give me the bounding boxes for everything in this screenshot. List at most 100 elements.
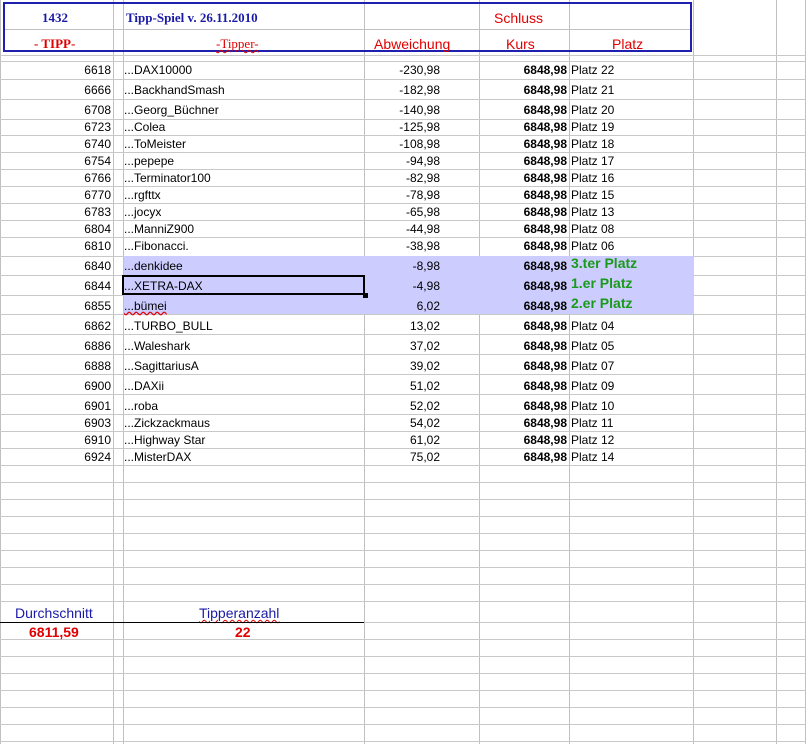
tipper-cell[interactable]: ...roba: [124, 398, 158, 414]
tipp-cell[interactable]: 6855: [10, 298, 111, 314]
abweichung-cell[interactable]: 51,02: [366, 378, 440, 394]
abweichung-cell[interactable]: -230,98: [366, 62, 440, 78]
abweichung-cell[interactable]: -65,98: [366, 204, 440, 220]
platz-cell[interactable]: Platz 13: [571, 204, 614, 220]
platz-cell[interactable]: Platz 18: [571, 136, 614, 152]
tipp-cell[interactable]: 6840: [10, 258, 111, 274]
kurs-cell[interactable]: 6848,98: [481, 449, 567, 465]
abweichung-cell[interactable]: 61,02: [366, 432, 440, 448]
tipper-cell[interactable]: ...Colea: [124, 119, 165, 135]
abweichung-cell[interactable]: 39,02: [366, 358, 440, 374]
selected-cell-border[interactable]: [122, 275, 365, 295]
kurs-cell[interactable]: 6848,98: [481, 119, 567, 135]
tipp-cell[interactable]: 6783: [10, 204, 111, 220]
tipp-cell[interactable]: 6770: [10, 187, 111, 203]
platz-cell[interactable]: Platz 14: [571, 449, 614, 465]
platz-cell[interactable]: Platz 15: [571, 187, 614, 203]
abweichung-cell[interactable]: 75,02: [366, 449, 440, 465]
tipp-cell[interactable]: 6740: [10, 136, 111, 152]
kurs-cell[interactable]: 6848,98: [481, 153, 567, 169]
tipper-cell[interactable]: ...denkidee: [124, 258, 183, 274]
platz-cell[interactable]: Platz 17: [571, 153, 614, 169]
kurs-cell[interactable]: 6848,98: [481, 136, 567, 152]
abweichung-cell[interactable]: -182,98: [366, 82, 440, 98]
tipper-cell[interactable]: ...Highway Star: [124, 432, 205, 448]
platz-cell[interactable]: Platz 22: [571, 62, 614, 78]
tipper-cell[interactable]: ...Waleshark: [124, 338, 190, 354]
header-schluss[interactable]: Schluss: [494, 10, 543, 26]
platz-cell[interactable]: Platz 09: [571, 378, 614, 394]
kurs-cell[interactable]: 6848,98: [481, 298, 567, 314]
header-title[interactable]: Tipp-Spiel v. 26.11.2010: [126, 10, 258, 26]
tipper-cell[interactable]: ...rgfttx: [124, 187, 161, 203]
kurs-cell[interactable]: 6848,98: [481, 258, 567, 274]
kurs-cell[interactable]: 6848,98: [481, 318, 567, 334]
platz-cell[interactable]: Platz 10: [571, 398, 614, 414]
platz-cell[interactable]: Platz 04: [571, 318, 614, 334]
fill-handle[interactable]: [363, 293, 368, 298]
platz-cell[interactable]: Platz 12: [571, 432, 614, 448]
kurs-cell[interactable]: 6848,98: [481, 102, 567, 118]
platz-cell[interactable]: Platz 08: [571, 221, 614, 237]
tipper-cell[interactable]: ...DAX10000: [124, 62, 192, 78]
kurs-cell[interactable]: 6848,98: [481, 187, 567, 203]
abweichung-cell[interactable]: 54,02: [366, 415, 440, 431]
tipper-cell[interactable]: ...ToMeister: [124, 136, 186, 152]
abweichung-cell[interactable]: 37,02: [366, 338, 440, 354]
abweichung-cell[interactable]: -8,98: [366, 258, 440, 274]
abweichung-cell[interactable]: -94,98: [366, 153, 440, 169]
abweichung-cell[interactable]: 52,02: [366, 398, 440, 414]
abweichung-cell[interactable]: -4,98: [366, 278, 440, 294]
tipp-cell[interactable]: 6901: [10, 398, 111, 414]
column-header-abweichung[interactable]: Abweichung: [374, 36, 450, 52]
kurs-cell[interactable]: 6848,98: [481, 432, 567, 448]
kurs-cell[interactable]: 6848,98: [481, 221, 567, 237]
tipper-cell[interactable]: ...ManniZ900: [124, 221, 194, 237]
abweichung-cell[interactable]: -78,98: [366, 187, 440, 203]
tipp-cell[interactable]: 6903: [10, 415, 111, 431]
count-value[interactable]: 22: [235, 624, 251, 640]
column-header-kurs[interactable]: Kurs: [506, 36, 535, 52]
tipp-cell[interactable]: 6804: [10, 221, 111, 237]
tipp-cell[interactable]: 6844: [10, 278, 111, 294]
kurs-cell[interactable]: 6848,98: [481, 204, 567, 220]
kurs-cell[interactable]: 6848,98: [481, 82, 567, 98]
abweichung-cell[interactable]: -140,98: [366, 102, 440, 118]
tipp-cell[interactable]: 6666: [10, 82, 111, 98]
tipper-cell[interactable]: ...TURBO_BULL: [124, 318, 213, 334]
kurs-cell[interactable]: 6848,98: [481, 278, 567, 294]
kurs-cell[interactable]: 6848,98: [481, 398, 567, 414]
platz-cell[interactable]: Platz 05: [571, 338, 614, 354]
tipper-cell[interactable]: ...SagittariusA: [124, 358, 199, 374]
column-header-platz[interactable]: Platz: [612, 36, 643, 52]
count-label[interactable]: Tipperanzahl: [199, 605, 279, 621]
platz-cell[interactable]: Platz 21: [571, 82, 614, 98]
platz-cell[interactable]: 3.ter Platz: [571, 255, 637, 271]
average-label[interactable]: Durchschnitt: [15, 605, 93, 621]
tipp-cell[interactable]: 6886: [10, 338, 111, 354]
tipp-cell[interactable]: 6708: [10, 102, 111, 118]
column-header-tipp[interactable]: - TIPP-: [34, 36, 75, 52]
tipper-cell[interactable]: ...bümei: [124, 298, 167, 314]
platz-cell[interactable]: Platz 19: [571, 119, 614, 135]
abweichung-cell[interactable]: 13,02: [366, 318, 440, 334]
header-number[interactable]: 1432: [42, 10, 68, 26]
tipper-cell[interactable]: ...BackhandSmash: [124, 82, 225, 98]
tipp-cell[interactable]: 6618: [10, 62, 111, 78]
tipper-cell[interactable]: ...Fibonacci.: [124, 238, 189, 254]
tipp-cell[interactable]: 6766: [10, 170, 111, 186]
kurs-cell[interactable]: 6848,98: [481, 338, 567, 354]
average-value[interactable]: 6811,59: [29, 624, 79, 640]
platz-cell[interactable]: Platz 11: [571, 415, 613, 431]
kurs-cell[interactable]: 6848,98: [481, 62, 567, 78]
platz-cell[interactable]: Platz 07: [571, 358, 614, 374]
kurs-cell[interactable]: 6848,98: [481, 378, 567, 394]
tipp-cell[interactable]: 6754: [10, 153, 111, 169]
tipp-cell[interactable]: 6862: [10, 318, 111, 334]
abweichung-cell[interactable]: -44,98: [366, 221, 440, 237]
platz-cell[interactable]: 1.er Platz: [571, 275, 632, 291]
tipp-cell[interactable]: 6900: [10, 378, 111, 394]
tipp-cell[interactable]: 6924: [10, 449, 111, 465]
tipp-cell[interactable]: 6910: [10, 432, 111, 448]
tipper-cell[interactable]: ...Georg_Büchner: [124, 102, 219, 118]
